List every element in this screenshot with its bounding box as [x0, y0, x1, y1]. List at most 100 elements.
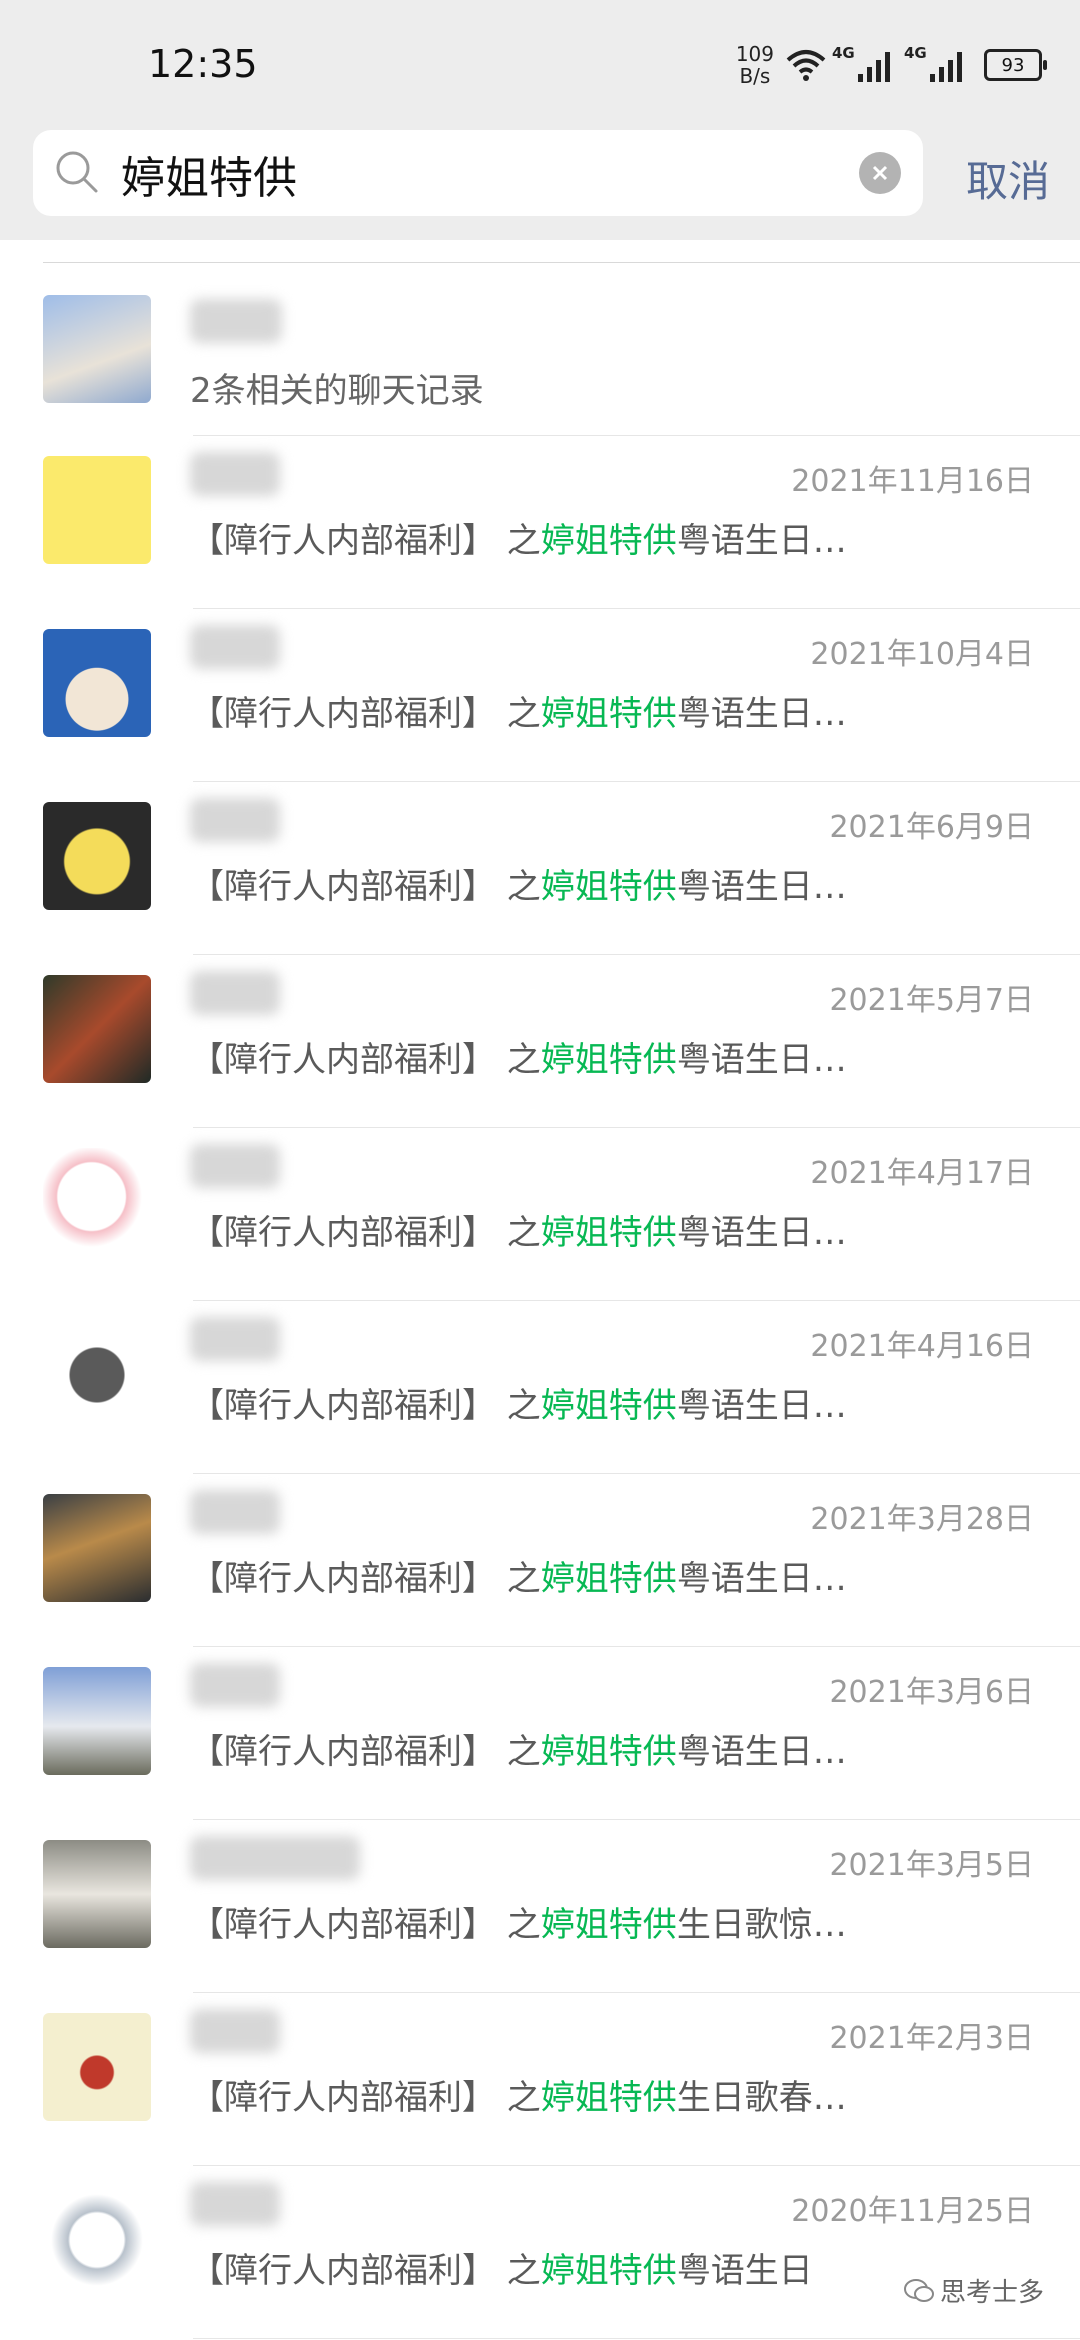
snippet-keyword-highlight: 婷姐特供	[540, 1905, 677, 1945]
snippet-suffix: 粤语生日…	[676, 1559, 847, 1599]
cancel-button[interactable]: 取消	[966, 148, 1050, 209]
list-item[interactable]: 2021年2月3日【障行人内部福利】 之婷姐特供生日歌春…	[0, 1993, 1080, 2166]
contact-name-blurred	[190, 798, 280, 842]
list-item[interactable]: 2021年3月6日【障行人内部福利】 之婷姐特供粤语生日…	[0, 1647, 1080, 1820]
avatar	[43, 629, 151, 737]
snippet-keyword-highlight: 婷姐特供	[540, 694, 677, 734]
message-snippet: 【障行人内部福利】 之婷姐特供粤语生日…	[190, 513, 847, 562]
message-date: 2021年6月9日	[829, 810, 1034, 845]
snippet-suffix: 粤语生日…	[676, 1732, 847, 1772]
message-snippet: 【障行人内部福利】 之婷姐特供粤语生日…	[190, 1551, 847, 1600]
message-date: 2021年5月7日	[829, 983, 1034, 1018]
avatar	[43, 802, 151, 910]
avatar	[43, 2013, 151, 2121]
avatar	[43, 456, 151, 564]
snippet-keyword-highlight: 婷姐特供	[540, 867, 677, 907]
message-date: 2021年3月6日	[829, 1675, 1034, 1710]
list-item[interactable]: 2021年5月7日【障行人内部福利】 之婷姐特供粤语生日…	[0, 955, 1080, 1128]
contact-name-blurred	[190, 299, 282, 343]
list-item[interactable]: 2021年3月5日【障行人内部福利】 之婷姐特供生日歌惊…	[0, 1820, 1080, 1993]
contact-name-blurred	[190, 452, 280, 496]
search-icon	[56, 151, 98, 193]
search-header: 取消	[0, 128, 1080, 240]
snippet-suffix: 粤语生日…	[676, 521, 847, 561]
snippet-prefix: 【障行人内部福利】 之	[190, 694, 541, 734]
snippet-suffix: 粤语生日…	[676, 1040, 847, 1080]
list-item[interactable]: 2021年6月9日【障行人内部福利】 之婷姐特供粤语生日…	[0, 782, 1080, 955]
snippet-prefix: 【障行人内部福利】 之	[190, 1559, 541, 1599]
avatar	[43, 1667, 151, 1775]
avatar	[43, 295, 151, 403]
snippet-keyword-highlight: 婷姐特供	[540, 1213, 677, 1253]
clock: 12:35	[148, 42, 258, 86]
snippet-keyword-highlight: 婷姐特供	[540, 2078, 677, 2118]
avatar	[43, 975, 151, 1083]
snippet-keyword-highlight: 婷姐特供	[540, 1559, 677, 1599]
snippet-prefix: 【障行人内部福利】 之	[190, 1040, 541, 1080]
message-snippet: 【障行人内部福利】 之婷姐特供粤语生日…	[190, 1378, 847, 1427]
clear-search-button[interactable]	[859, 152, 901, 194]
sim2-network-type: 4G	[904, 44, 927, 62]
contact-name-blurred	[190, 1490, 280, 1534]
snippet-keyword-highlight: 婷姐特供	[540, 521, 677, 561]
contact-name-blurred	[190, 971, 280, 1015]
contact-name-blurred	[190, 2182, 280, 2226]
message-date: 2021年2月3日	[829, 2021, 1034, 2056]
close-icon	[872, 165, 888, 181]
snippet-suffix: 生日歌春…	[676, 2078, 847, 2118]
snippet-suffix: 粤语生日…	[676, 1386, 847, 1426]
contact-name-blurred	[190, 1317, 280, 1361]
search-input[interactable]	[119, 144, 863, 204]
avatar	[43, 1840, 151, 1948]
snippet-prefix: 【障行人内部福利】 之	[190, 1732, 541, 1772]
avatar	[43, 2186, 151, 2294]
message-date: 2020年11月25日	[791, 2194, 1034, 2229]
snippet-keyword-highlight: 婷姐特供	[540, 1732, 677, 1772]
snippet-keyword-highlight: 婷姐特供	[540, 1386, 677, 1426]
message-date: 2021年4月17日	[810, 1156, 1034, 1191]
snippet-prefix: 【障行人内部福利】 之	[190, 2078, 541, 2118]
search-results-list: 2条相关的聊天记录 2021年11月16日 【障行人内部福利】 之婷姐特供粤语生日…	[0, 263, 1080, 2339]
message-snippet: 【障行人内部福利】 之婷姐特供粤语生日…	[190, 1032, 847, 1081]
avatar	[43, 1494, 151, 1602]
list-item[interactable]: 2条相关的聊天记录	[0, 263, 1080, 436]
message-snippet: 【障行人内部福利】 之婷姐特供生日歌春…	[190, 2070, 847, 2119]
battery-level: 93	[1001, 54, 1025, 76]
message-snippet: 【障行人内部福利】 之婷姐特供粤语生日…	[190, 1205, 847, 1254]
contact-name-blurred	[190, 1663, 280, 1707]
network-speed-value: 109	[735, 42, 774, 66]
message-date: 2021年3月28日	[810, 1502, 1034, 1537]
snippet-keyword-highlight: 婷姐特供	[540, 2251, 677, 2291]
signal-icon-sim2: 4G	[904, 44, 962, 82]
contact-name-blurred	[190, 2009, 280, 2053]
snippet-suffix: 粤语生日…	[676, 694, 847, 734]
contact-name-blurred	[190, 625, 280, 669]
snippet-prefix: 【障行人内部福利】 之	[190, 1905, 541, 1945]
message-snippet: 【障行人内部福利】 之婷姐特供粤语生日…	[190, 686, 847, 735]
list-item[interactable]: 2021年11月16日 【障行人内部福利】 之婷姐特供粤语生日…	[0, 436, 1080, 609]
message-snippet: 【障行人内部福利】 之婷姐特供粤语生日…	[190, 1724, 847, 1773]
snippet-prefix: 【障行人内部福利】 之	[190, 521, 541, 561]
snippet-prefix: 【障行人内部福利】 之	[190, 867, 541, 907]
snippet-suffix: 粤语生日	[676, 2251, 813, 2291]
divider	[193, 2338, 1080, 2339]
avatar	[43, 1148, 151, 1256]
battery-icon: 93	[984, 49, 1047, 81]
search-bar[interactable]	[33, 130, 923, 216]
message-snippet: 【障行人内部福利】 之婷姐特供粤语生日	[190, 2243, 813, 2292]
list-item[interactable]: 2020年11月25日【障行人内部福利】 之婷姐特供粤语生日	[0, 2166, 1080, 2339]
network-speed: 109 B/s	[736, 43, 774, 87]
message-snippet: 【障行人内部福利】 之婷姐特供生日歌惊…	[190, 1897, 847, 1946]
snippet-prefix: 【障行人内部福利】 之	[190, 1213, 541, 1253]
list-item[interactable]: 2021年4月16日【障行人内部福利】 之婷姐特供粤语生日…	[0, 1301, 1080, 1474]
list-item[interactable]: 2021年10月4日 【障行人内部福利】 之婷姐特供粤语生日…	[0, 609, 1080, 782]
watermark-text: 思考士多	[939, 2278, 1044, 2308]
list-item[interactable]: 2021年4月17日【障行人内部福利】 之婷姐特供粤语生日…	[0, 1128, 1080, 1301]
snippet-suffix: 粤语生日…	[676, 867, 847, 907]
list-item[interactable]: 2021年3月28日【障行人内部福利】 之婷姐特供粤语生日…	[0, 1474, 1080, 1647]
snippet-suffix: 生日歌惊…	[676, 1905, 847, 1945]
status-bar: 12:35 109 B/s 4G 4G 93	[0, 0, 1080, 128]
message-date: 2021年3月5日	[829, 1848, 1034, 1883]
contact-name-blurred	[190, 1836, 360, 1880]
message-date: 2021年4月16日	[810, 1329, 1034, 1364]
